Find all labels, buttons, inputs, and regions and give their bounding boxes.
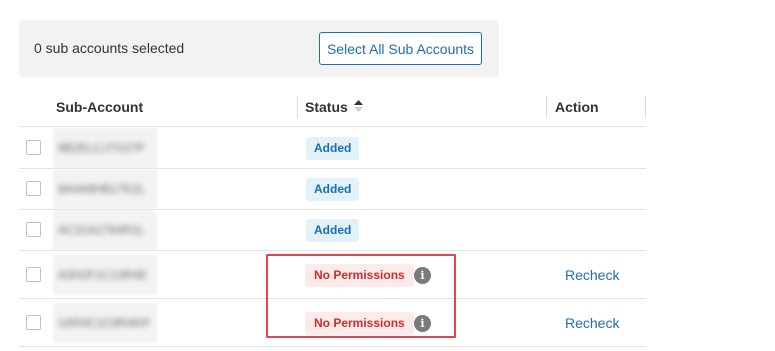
sub-account-id: 8A4A9HB17K2L <box>58 182 146 196</box>
row-divider <box>19 346 646 347</box>
row-checkbox[interactable] <box>26 267 41 282</box>
column-header-status[interactable]: Status <box>305 99 348 115</box>
column-header-sub-account: Sub-Account <box>56 99 144 115</box>
row-checkbox[interactable] <box>26 315 41 330</box>
row-checkbox[interactable] <box>26 181 41 196</box>
highlight-annotation-box <box>266 254 456 338</box>
column-divider <box>546 96 547 118</box>
recheck-link[interactable]: Recheck <box>565 315 619 331</box>
column-divider <box>297 96 298 118</box>
sub-account-id: 1AR4C1C9R4KP <box>58 316 151 330</box>
status-badge: Added <box>306 178 360 201</box>
status-badge: Added <box>306 137 360 160</box>
row-checkbox[interactable] <box>26 222 41 237</box>
status-badge: Added <box>306 219 360 242</box>
sub-account-id: A3H2F1C13R4E <box>58 268 148 282</box>
row-checkbox[interactable] <box>26 140 41 155</box>
sub-account-id: 9B2ELCJ7X27P <box>58 141 145 155</box>
select-all-sub-accounts-button[interactable]: Select All Sub Accounts <box>319 32 482 65</box>
selection-bar: 0 sub accounts selected Select All Sub A… <box>19 20 499 77</box>
selected-count-text: 0 sub accounts selected <box>34 40 185 56</box>
header-divider <box>19 126 646 127</box>
row-divider <box>19 250 646 251</box>
sort-arrows-icon[interactable] <box>354 100 363 112</box>
column-header-action: Action <box>555 99 599 115</box>
column-divider <box>645 96 646 118</box>
recheck-link[interactable]: Recheck <box>565 267 619 283</box>
sub-account-id: AC31A2784R1L <box>58 223 145 237</box>
